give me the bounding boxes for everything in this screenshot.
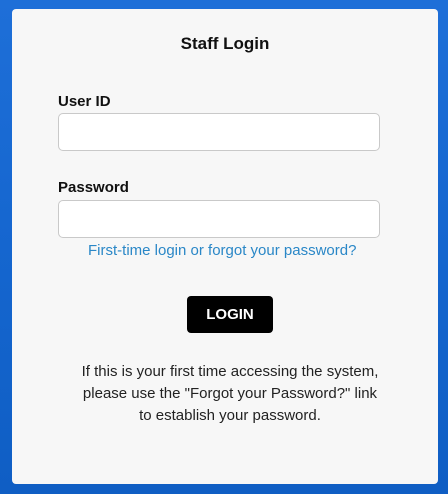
user-id-input[interactable] <box>58 113 380 151</box>
info-line: If this is your first time accessing the… <box>81 363 379 380</box>
password-input[interactable] <box>58 200 380 238</box>
login-frame: Staff Login User ID Password First-time … <box>0 0 448 494</box>
password-label: Password <box>58 179 129 196</box>
user-id-label: User ID <box>58 93 111 110</box>
forgot-password-link[interactable]: First-time login or forgot your password… <box>88 242 356 259</box>
info-line: please use the "Forgot your Password?" l… <box>82 385 378 402</box>
login-card: Staff Login User ID Password First-time … <box>12 9 438 484</box>
login-button[interactable]: LOGIN <box>187 296 273 333</box>
info-line: to establish your password. <box>139 407 321 424</box>
first-time-info-text: If this is your first time accessing the… <box>42 361 418 427</box>
page-title: Staff Login <box>180 34 270 53</box>
